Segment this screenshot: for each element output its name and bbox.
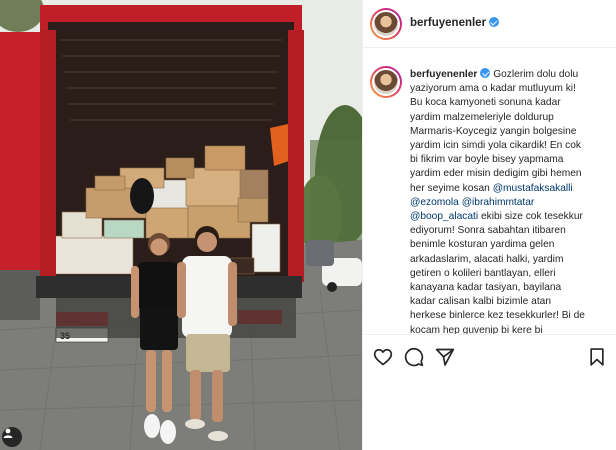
caption-text: Gozlerim dolu dolu [493, 69, 579, 80]
mention-link[interactable]: @ibrahimmtatar [462, 197, 535, 208]
post-detail-pane: berfuyenenler berfuyenenler Gozlerim dol… [362, 0, 616, 450]
person-tag-icon[interactable] [2, 427, 22, 447]
caption-line: Marmaris-Koycegiz yangin bolgesine [410, 125, 577, 137]
post-action-bar [363, 334, 616, 380]
person-silhouette-icon [3, 428, 13, 438]
post-caption: berfuyenenler Gozlerim dolu dolu yaziyor… [410, 68, 616, 338]
caption-line: berfuyenenler Gozlerim dolu dolu [410, 68, 616, 82]
caption-avatar[interactable] [370, 66, 402, 98]
caption-text: her seyime kosan [410, 182, 490, 194]
caption-text: ekibi size cok tesekkur [480, 211, 583, 223]
post-header: berfuyenenler [363, 0, 616, 48]
header-username[interactable]: berfuyenenler [410, 17, 500, 29]
profile-avatar[interactable] [370, 8, 402, 40]
caption-line: her seyime kosan @mustafaksakalli [410, 182, 616, 196]
paper-plane-icon[interactable] [435, 347, 455, 367]
bookmark-icon[interactable] [587, 347, 607, 367]
username-text[interactable]: berfuyenenler [410, 17, 486, 29]
caption-line: yardim malzemeleriyle doldurup [410, 111, 554, 123]
post-photo[interactable]: 35 [0, 0, 362, 450]
caption-line: @ezomola @ibrahimmtatar [410, 196, 616, 210]
heart-icon[interactable] [373, 347, 393, 367]
caption-line: yaziyorum ama o kadar mutluyum ki! [410, 83, 576, 95]
mention-link[interactable]: @ezomola [410, 197, 459, 208]
caption-line: Bu koca kamyoneti sonuna kadar [410, 97, 561, 109]
mention-link[interactable]: @mustafaksakalli [493, 183, 573, 194]
caption-line: yardim icin simdi yola cikardik! En cok [410, 140, 581, 152]
caption-line: kanayana kadar tasiyan, bayilana [410, 282, 562, 294]
caption-line: getiren o kolileri bantlayan, elleri [410, 267, 556, 279]
caption-line: arkadaslarim, alacati halki, yardim [410, 253, 564, 265]
verified-badge-icon [480, 68, 491, 78]
mention-link[interactable]: @boop_alacati [410, 211, 478, 222]
caption-line: @boop_alacati ekibi size cok tesekkur [410, 210, 616, 224]
caption-line: ediyorum! Sonra sabahtan itibaren [410, 225, 566, 237]
verified-badge-icon [489, 17, 500, 27]
caption-line: herkese binlerce kez tesekkurler! Bi de [410, 310, 585, 322]
caption-line: benimle kosturan yardima gelen [410, 239, 555, 251]
truck-photo-illustration: 35 [0, 0, 362, 450]
caption-line: kadar calisan kalbi bizimle atan [410, 296, 551, 308]
caption-username[interactable]: berfuyenenler [410, 69, 477, 80]
caption-line: bi fikrim var boyle bisey yapmama [410, 154, 564, 166]
caption-line: yardim eder misin dedigim gibi hemen [410, 168, 582, 180]
comment-bubble-icon[interactable] [404, 347, 424, 367]
